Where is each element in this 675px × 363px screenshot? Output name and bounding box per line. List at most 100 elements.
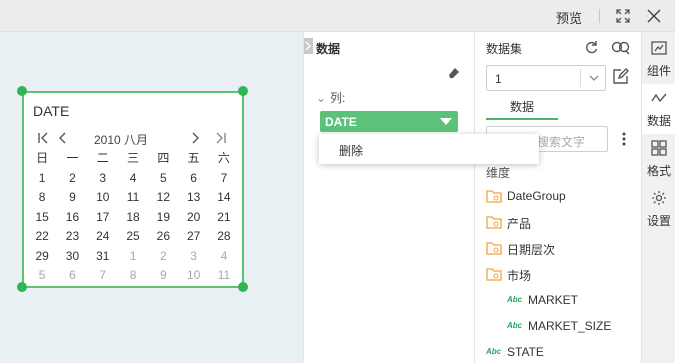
calendar-day[interactable]: 10 — [88, 188, 118, 208]
calendar-week: 29 30 31 1 2 3 4 — [27, 247, 241, 267]
text-field-icon: Abc — [507, 295, 523, 304]
calendar-day-other-month[interactable]: 8 — [118, 266, 148, 286]
weekday-label: 日 — [36, 151, 49, 165]
rail-tab-format[interactable]: 格式 — [642, 134, 675, 184]
calendar-day[interactable]: 2 — [57, 169, 87, 189]
calendar-day[interactable]: 7 — [209, 169, 239, 189]
calendar-day[interactable]: 16 — [57, 208, 87, 228]
prev-month-icon[interactable] — [56, 130, 70, 146]
calendar-day[interactable]: 31 — [88, 247, 118, 267]
next-month-icon[interactable] — [188, 130, 202, 146]
calendar-day[interactable]: 14 — [209, 188, 239, 208]
tree-label: 市场 — [507, 269, 532, 283]
calendar-day-other-month[interactable]: 6 — [57, 266, 87, 286]
calendar-day[interactable]: 26 — [148, 227, 178, 247]
menu-item-delete[interactable]: 删除 — [339, 142, 363, 159]
panel-title: 数据 — [316, 42, 341, 56]
calendar-day[interactable]: 22 — [27, 227, 57, 247]
caret-down-icon[interactable] — [440, 118, 452, 125]
widget-title: DATE — [33, 103, 70, 119]
calendar-day-other-month[interactable]: 10 — [178, 266, 208, 286]
weekday-label: 三 — [127, 151, 140, 165]
bound-field-pill[interactable]: DATE — [320, 111, 458, 132]
calendar-day[interactable]: 11 — [118, 188, 148, 208]
calendar-day[interactable]: 9 — [57, 188, 87, 208]
folder-icon — [486, 268, 502, 281]
calendar-day-other-month[interactable]: 7 — [88, 266, 118, 286]
refresh-icon[interactable] — [583, 39, 599, 55]
calendar-day[interactable]: 1 — [27, 169, 57, 189]
calendar-day[interactable]: 30 — [57, 247, 87, 267]
calendar-day[interactable]: 17 — [88, 208, 118, 228]
weekday-label: 四 — [157, 151, 170, 165]
data-binding-panel: 数据 ⌄ 列: DATE — [303, 32, 475, 363]
calendar-day[interactable]: 27 — [178, 227, 208, 247]
tab-data[interactable]: 数据 — [486, 98, 558, 120]
calendar-day[interactable]: 28 — [209, 227, 239, 247]
calendar-day[interactable]: 29 — [27, 247, 57, 267]
rail-label: 组件 — [646, 64, 671, 78]
rail-tab-component[interactable]: 组件 — [642, 34, 675, 84]
dataset-link-icon[interactable] — [611, 39, 631, 55]
resize-handle-top-right[interactable] — [238, 86, 248, 96]
column-section[interactable]: ⌄ 列: — [316, 89, 345, 106]
calendar-day-other-month[interactable]: 11 — [209, 266, 239, 286]
month-label: 2010 八月 — [94, 133, 149, 147]
calendar-day[interactable]: 13 — [178, 188, 208, 208]
calendar-day[interactable]: 23 — [57, 227, 87, 247]
calendar-day[interactable]: 20 — [178, 208, 208, 228]
rail-tab-settings[interactable]: 设置 — [642, 184, 675, 234]
text-field-icon: Abc — [507, 321, 523, 330]
first-month-icon[interactable] — [36, 130, 50, 146]
select-divider — [580, 69, 581, 87]
calendar-day[interactable]: 5 — [148, 169, 178, 189]
resize-handle-top-left[interactable] — [17, 86, 27, 96]
weekday-label: 六 — [217, 151, 230, 165]
last-month-icon[interactable] — [214, 130, 228, 146]
calendar-day-other-month[interactable]: 1 — [118, 247, 148, 267]
calendar-day[interactable]: 8 — [27, 188, 57, 208]
eraser-icon[interactable] — [448, 67, 460, 79]
dimension-label: 维度 — [486, 166, 511, 180]
calendar-day[interactable]: 4 — [118, 169, 148, 189]
right-rail: 组件 数据 格式 设置 — [641, 32, 675, 363]
calendar-week: 15 16 17 18 19 20 21 — [27, 208, 241, 228]
data-icon — [651, 93, 667, 103]
calendar-day-other-month[interactable]: 3 — [178, 247, 208, 267]
bound-field-label: DATE — [325, 115, 357, 129]
calendar-day[interactable]: 21 — [209, 208, 239, 228]
design-canvas[interactable]: DATE 2010 八月 日 一 二 三 四 五 六 1 2 3 4 5 6 7… — [0, 32, 303, 363]
calendar-day[interactable]: 24 — [88, 227, 118, 247]
calendar-widget[interactable]: DATE 2010 八月 日 一 二 三 四 五 六 1 2 3 4 5 6 7… — [22, 91, 244, 288]
weekday-label: 五 — [187, 151, 200, 165]
calendar-day-other-month[interactable]: 2 — [148, 247, 178, 267]
calendar-day-other-month[interactable]: 5 — [27, 266, 57, 286]
dataset-select-value: 1 — [495, 72, 502, 86]
calendar-nav: 2010 八月 — [34, 130, 234, 147]
calendar-day[interactable]: 19 — [148, 208, 178, 228]
preview-button[interactable]: 预览 — [556, 8, 582, 27]
calendar-week: 1 2 3 4 5 6 7 — [27, 169, 241, 189]
rail-tab-data[interactable]: 数据 — [642, 84, 675, 134]
resize-handle-bottom-left[interactable] — [17, 282, 27, 292]
chevron-down-icon[interactable] — [589, 73, 599, 83]
calendar-day[interactable]: 12 — [148, 188, 178, 208]
calendar-day[interactable]: 15 — [27, 208, 57, 228]
calendar-day-other-month[interactable]: 4 — [209, 247, 239, 267]
collapse-panel-icon[interactable] — [304, 38, 313, 54]
calendar-day[interactable]: 3 — [88, 169, 118, 189]
calendar-day[interactable]: 25 — [118, 227, 148, 247]
settings-icon — [652, 191, 666, 205]
dataset-select[interactable]: 1 — [486, 65, 606, 91]
expand-icon[interactable] — [614, 7, 632, 25]
dataset-panel: 数据集 1 数据 搜索文字 维度 DateGroup 产品 日期层次 市场 Ab… — [475, 32, 641, 363]
close-icon[interactable] — [645, 7, 663, 25]
edit-icon[interactable] — [612, 68, 629, 85]
resize-handle-bottom-right[interactable] — [238, 282, 248, 292]
calendar-day[interactable]: 6 — [178, 169, 208, 189]
weekday-label: 一 — [66, 151, 79, 165]
calendar-day[interactable]: 18 — [118, 208, 148, 228]
more-options-icon[interactable] — [618, 131, 630, 147]
chevron-down-icon: ⌄ — [316, 91, 327, 105]
calendar-day-other-month[interactable]: 9 — [148, 266, 178, 286]
